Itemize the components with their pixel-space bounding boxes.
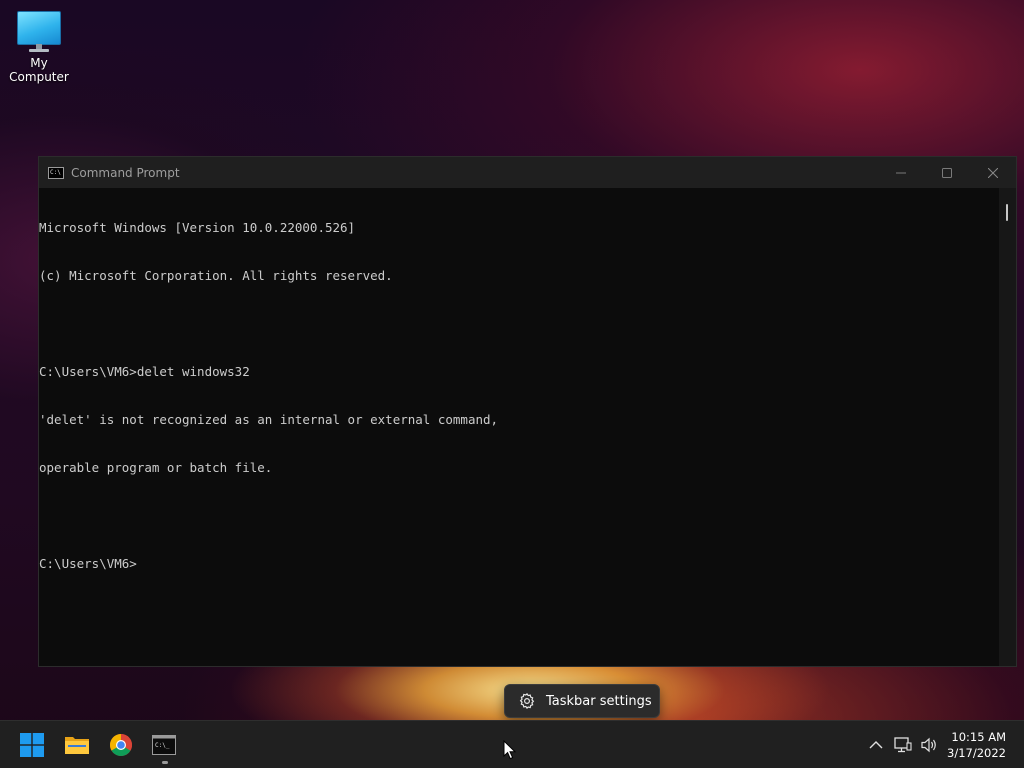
system-clock[interactable]: 10:15 AM 3/17/2022 xyxy=(947,729,1006,761)
taskbar-settings-label: Taskbar settings xyxy=(546,693,652,709)
close-button[interactable] xyxy=(970,157,1016,188)
scrollbar-thumb[interactable] xyxy=(1006,204,1008,221)
chrome-button[interactable] xyxy=(105,729,137,761)
file-explorer-button[interactable] xyxy=(61,729,93,761)
command-prompt-window[interactable]: C:\ Command Prompt Microsoft Windows [Ve… xyxy=(38,156,1017,667)
close-icon xyxy=(988,167,998,178)
taskbar-settings-menu-item[interactable]: Taskbar settings xyxy=(504,684,660,718)
volume-button[interactable] xyxy=(916,729,942,761)
clock-time: 10:15 AM xyxy=(951,730,1006,744)
maximize-icon xyxy=(942,167,952,178)
chevron-up-icon xyxy=(869,741,883,749)
terminal-line: Microsoft Windows [Version 10.0.22000.52… xyxy=(39,220,356,235)
volume-icon xyxy=(921,737,936,753)
terminal-output[interactable]: Microsoft Windows [Version 10.0.22000.52… xyxy=(39,188,998,666)
clock-date: 3/17/2022 xyxy=(947,746,1006,760)
terminal-line: (c) Microsoft Corporation. All rights re… xyxy=(39,268,393,283)
svg-text:C:\_: C:\_ xyxy=(155,742,170,749)
minimize-button[interactable] xyxy=(878,157,924,188)
terminal-line: 'delet' is not recognized as an internal… xyxy=(39,412,499,427)
terminal-icon: C:\ xyxy=(48,166,64,179)
windows-logo-icon xyxy=(20,733,44,757)
terminal-icon: C:\_ xyxy=(152,735,176,755)
monitor-icon xyxy=(17,8,61,54)
desktop-icon-my-computer[interactable]: My Computer xyxy=(0,8,78,84)
window-titlebar[interactable]: C:\ Command Prompt xyxy=(39,157,1016,188)
terminal-line: C:\Users\VM6>delet windows32 xyxy=(39,364,250,379)
terminal-line: operable program or batch file. xyxy=(39,460,273,475)
chrome-icon xyxy=(110,734,132,756)
network-icon xyxy=(894,737,912,753)
command-prompt-taskbar-button[interactable]: C:\_ xyxy=(148,729,180,761)
show-hidden-icons-button[interactable] xyxy=(864,729,888,761)
folder-icon xyxy=(65,737,89,754)
maximize-button[interactable] xyxy=(924,157,970,188)
start-button[interactable] xyxy=(16,729,48,761)
terminal-prompt-line[interactable]: C:\Users\VM6> xyxy=(39,556,998,572)
network-button[interactable] xyxy=(890,729,916,761)
gear-icon xyxy=(519,692,535,710)
minimize-icon xyxy=(896,172,906,173)
mouse-cursor-icon xyxy=(503,740,517,760)
running-indicator xyxy=(162,761,168,764)
window-title: Command Prompt xyxy=(71,165,180,180)
desktop-icon-label: My Computer xyxy=(9,56,69,84)
vertical-scrollbar[interactable] xyxy=(999,188,1016,666)
